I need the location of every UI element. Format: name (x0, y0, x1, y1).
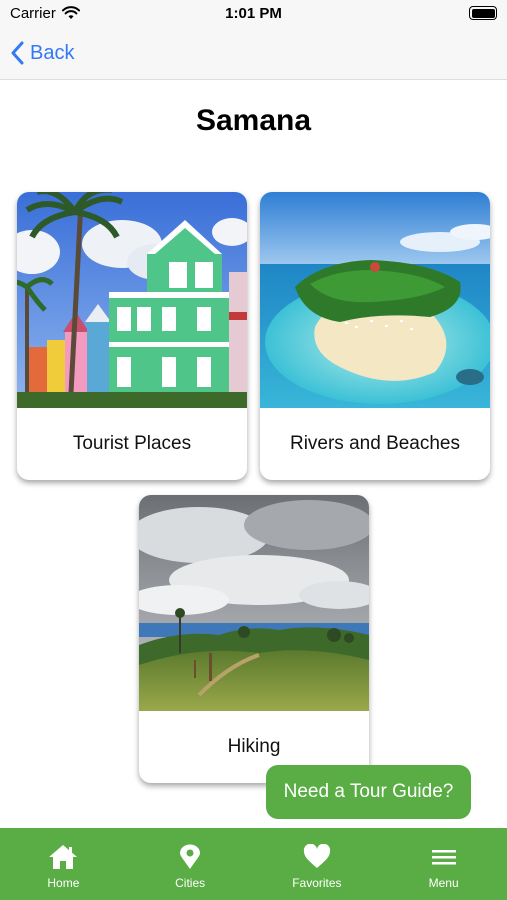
tropical-island-photo (260, 192, 490, 408)
rivers-and-beaches-card[interactable]: Rivers and Beaches (260, 192, 490, 480)
page-title: Samana (195, 104, 312, 137)
battery-icon (469, 6, 497, 20)
chevron-left-icon (10, 41, 24, 65)
hamburger-menu-icon (431, 844, 457, 870)
card-label: Tourist Places (72, 433, 192, 454)
navigation-bar: Back (0, 28, 507, 80)
location-pin-icon (179, 844, 201, 870)
tab-label: Cities (175, 876, 206, 890)
heart-icon (303, 844, 331, 870)
tab-home[interactable]: Home (0, 828, 127, 900)
back-button[interactable]: Back (10, 38, 74, 68)
tour-guide-button[interactable]: Need a Tour Guide? (266, 765, 471, 819)
hiking-card[interactable]: Hiking (139, 495, 369, 783)
colorful-houses-photo (17, 192, 247, 408)
tab-label: Home (47, 876, 80, 890)
green-hills-photo (139, 495, 369, 711)
tab-favorites[interactable]: Favorites (254, 828, 381, 900)
status-bar: Carrier 1:01 PM (0, 0, 507, 28)
tourist-places-card[interactable]: Tourist Places (17, 192, 247, 480)
tab-menu[interactable]: Menu (380, 828, 507, 900)
home-icon (48, 844, 78, 870)
tab-cities[interactable]: Cities (127, 828, 254, 900)
tab-label: Favorites (292, 876, 342, 890)
tab-bar: Home Cities Favorites Menu (0, 828, 507, 900)
card-label: Rivers and Beaches (289, 433, 461, 454)
tab-label: Menu (428, 876, 459, 890)
back-label: Back (30, 41, 75, 64)
clock: 1:01 PM (225, 5, 282, 22)
